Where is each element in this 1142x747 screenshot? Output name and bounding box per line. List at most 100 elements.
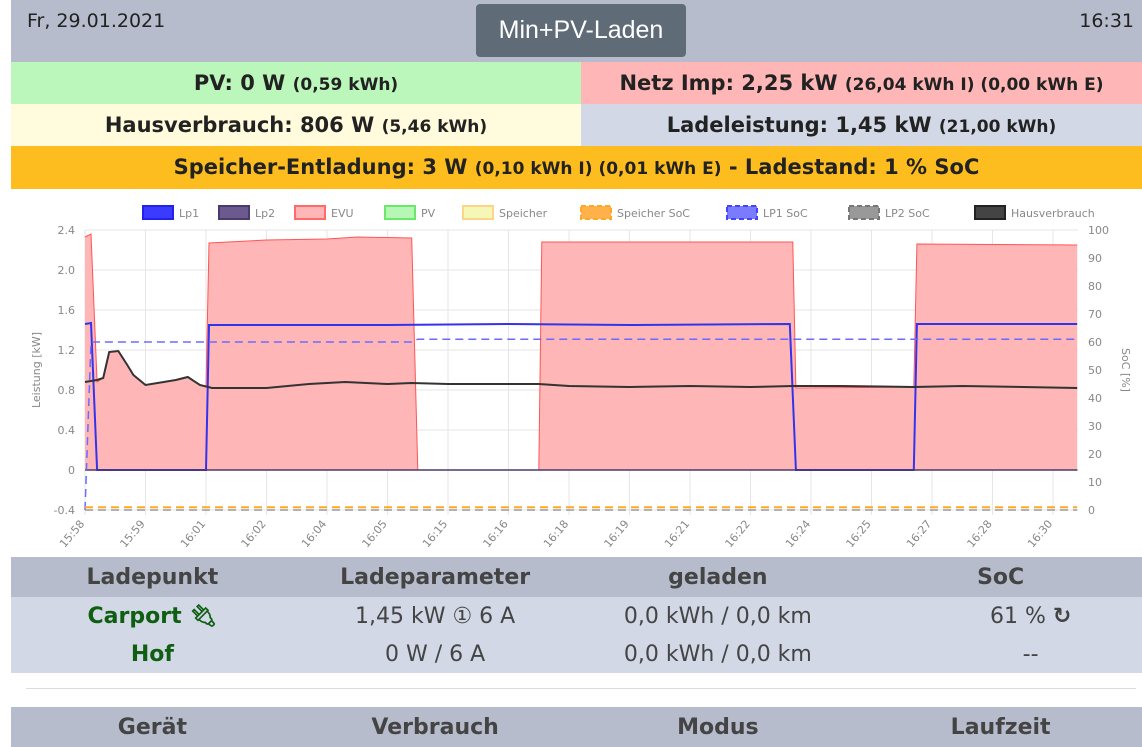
grid-summary: Netz Imp: 2,25 kW (26,04 kWh I) (0,00 kW…	[581, 62, 1142, 104]
legend-swatch-lp1	[142, 205, 174, 220]
y2-tick-label: 20	[1088, 448, 1102, 461]
pv-summary: PV: 0 W (0,59 kWh)	[11, 62, 581, 104]
legend-swatch-lp1-soc	[726, 205, 758, 220]
col-modus: Modus	[576, 707, 860, 747]
y-tick-label: -0.4	[54, 504, 75, 517]
legend-label: Lp1	[179, 207, 199, 220]
y2-tick-label: 30	[1088, 420, 1102, 433]
charging-energy: (21,00 kWh)	[938, 117, 1057, 137]
y2-tick-label: 50	[1088, 364, 1102, 377]
legend-swatch-speicher-soc	[580, 205, 612, 220]
x-tick-label: 16:16	[480, 518, 510, 551]
x-tick-label: 16:25	[843, 518, 873, 551]
date: Fr, 29.01.2021	[27, 10, 166, 32]
charge-point-name: Carport	[87, 603, 182, 629]
legend-swatch-pv	[384, 205, 416, 220]
x-tick-label: 16:28	[964, 518, 994, 551]
x-tick-label: 15:59	[117, 518, 147, 551]
pv-value: PV: 0 W	[193, 71, 286, 95]
legend-swatch-hausverbrauch	[974, 205, 1006, 220]
legend-swatch-lp2-soc	[848, 205, 880, 220]
y2-tick-label: 10	[1088, 476, 1102, 489]
devices-table: Gerät Verbrauch Modus Laufzeit	[11, 707, 1142, 747]
x-tick-label: 16:24	[783, 518, 813, 551]
y-axis-label: Leistung [kW]	[30, 332, 43, 408]
x-tick-label: 16:21	[662, 518, 692, 551]
charge-points-table: Ladepunkt Ladeparameter geladen SoC Carp…	[11, 557, 1142, 673]
y-tick-label: 2.4	[58, 224, 76, 237]
soc-value: 61 %	[989, 603, 1046, 629]
legend-swatch-lp2	[218, 205, 250, 220]
charging-summary: Ladeleistung: 1,45 kW (21,00 kWh)	[581, 104, 1142, 146]
legend-label: Lp2	[255, 207, 275, 220]
legend-label: Speicher SoC	[617, 207, 690, 220]
legend-swatch-speicher	[462, 205, 494, 220]
charge-params: 0 W / 6 A	[293, 635, 577, 673]
y-tick-label: 2.0	[58, 264, 76, 277]
legend-label: Hausverbrauch	[1011, 207, 1095, 220]
charge-point-carport[interactable]: Carport 🔌︎	[11, 597, 294, 635]
legend-label: PV	[421, 207, 436, 220]
house-value: Hausverbrauch: 806 W	[104, 113, 375, 137]
x-tick-label: 16:18	[541, 518, 571, 551]
col-geraet: Gerät	[11, 707, 294, 747]
storage-energy: (0,10 kWh I) (0,01 kWh E)	[474, 159, 722, 179]
x-tick-label: 16:04	[299, 518, 329, 551]
header-bar: Fr, 29.01.2021 Min+PV-Laden 16:31	[11, 0, 1142, 62]
x-tick-label: 15:58	[57, 518, 87, 551]
col-laufzeit: Laufzeit	[859, 707, 1142, 747]
charged-energy: 0,0 kWh / 0,0 km	[576, 635, 860, 673]
y2-tick-label: 100	[1088, 224, 1109, 237]
col-soc: SoC	[859, 557, 1142, 597]
y-tick-label: 0	[68, 464, 75, 477]
y2-tick-label: 0	[1088, 504, 1095, 517]
grid-value: Netz Imp: 2,25 kW	[619, 71, 838, 95]
col-ladepunkt: Ladepunkt	[11, 557, 294, 597]
y2-tick-label: 90	[1088, 252, 1102, 265]
x-tick-label: 16:19	[601, 518, 631, 551]
charged-energy: 0,0 kWh / 0,0 km	[576, 597, 860, 635]
soc-cell: 61 % ↻	[859, 597, 1142, 635]
storage-value: Speicher-Entladung: 3 W	[173, 155, 468, 179]
power-chart: 2.42.01.61.20.80.40-0.410090807060504030…	[30, 205, 1132, 551]
y-tick-label: 0.8	[58, 384, 76, 397]
x-tick-label: 16:15	[420, 518, 450, 551]
grid-energy: (26,04 kWh I) (0,00 kWh E)	[844, 75, 1104, 95]
table-row: Hof 0 W / 6 A 0,0 kWh / 0,0 km --	[11, 635, 1142, 673]
charge-params: 1,45 kW ① 6 A	[293, 597, 577, 635]
house-summary: Hausverbrauch: 806 W (5,46 kWh)	[11, 104, 581, 146]
y2-tick-label: 80	[1088, 280, 1102, 293]
legend-label: Speicher	[499, 207, 548, 220]
table-header: Ladepunkt Ladeparameter geladen SoC	[11, 557, 1142, 597]
storage-summary: Speicher-Entladung: 3 W (0,10 kWh I) (0,…	[11, 146, 1142, 189]
x-tick-label: 16:01	[178, 518, 208, 551]
charge-mode-button[interactable]: Min+PV-Laden	[476, 4, 686, 57]
x-tick-label: 16:22	[722, 518, 752, 551]
y2-tick-label: 60	[1088, 336, 1102, 349]
pv-energy: (0,59 kWh)	[292, 75, 399, 95]
charge-point-hof[interactable]: Hof	[11, 635, 294, 673]
col-geladen: geladen	[576, 557, 860, 597]
y2-tick-label: 40	[1088, 392, 1102, 405]
plug-icon: 🔌︎	[189, 603, 218, 629]
evu-area	[85, 234, 1078, 470]
y-tick-label: 1.2	[58, 344, 76, 357]
col-verbrauch: Verbrauch	[293, 707, 577, 747]
table-header: Gerät Verbrauch Modus Laufzeit	[11, 707, 1142, 747]
x-tick-label: 16:05	[359, 518, 389, 551]
charging-value: Ladeleistung: 1,45 kW	[666, 113, 932, 137]
time: 16:31	[1079, 10, 1134, 32]
legend-label: EVU	[331, 207, 354, 220]
x-tick-label: 16:02	[238, 518, 268, 551]
legend-label: LP2 SoC	[885, 207, 930, 220]
x-tick-label: 16:27	[904, 518, 934, 551]
legend-label: LP1 SoC	[763, 207, 808, 220]
table-row: Carport 🔌︎ 1,45 kW ① 6 A 0,0 kWh / 0,0 k…	[11, 597, 1142, 635]
refresh-icon[interactable]: ↻	[1053, 604, 1071, 629]
storage-soc: - Ladestand: 1 % SoC	[728, 155, 980, 179]
x-tick-label: 16:30	[1025, 518, 1055, 551]
soc-value: --	[859, 635, 1142, 673]
y2-axis-label: SoC [%]	[1119, 348, 1132, 392]
divider	[26, 688, 1136, 689]
y-tick-label: 0.4	[58, 424, 76, 437]
